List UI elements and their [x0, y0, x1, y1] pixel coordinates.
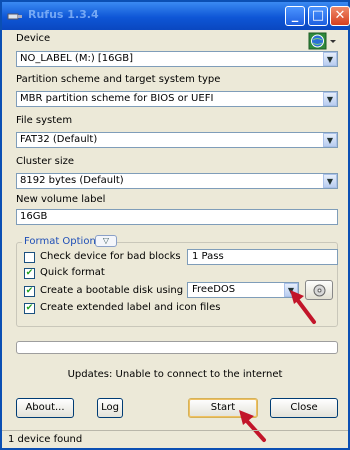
close-window-button[interactable]: ✕ [330, 6, 350, 26]
bad-blocks-label: Check device for bad blocks [40, 251, 181, 262]
partition-label: Partition scheme and target system type [16, 74, 221, 85]
window-title: Rufus 1.3.4 [28, 8, 99, 21]
bootable-checkbox[interactable]: ✔ [24, 286, 35, 297]
cluster-value: 8192 bytes (Default) [20, 175, 124, 186]
bad-blocks-checkbox[interactable] [24, 252, 35, 263]
quick-format-label: Quick format [40, 267, 105, 278]
bad-blocks-passes-select[interactable]: 1 Pass [187, 249, 338, 265]
volume-label: New volume label [16, 194, 106, 205]
close-button[interactable]: Close [270, 398, 338, 418]
filesystem-select[interactable]: FAT32 (Default) ▼ [16, 132, 338, 148]
extended-label-checkbox[interactable]: ✔ [24, 303, 35, 314]
about-button[interactable]: About... [16, 398, 74, 418]
device-count: 1 device found [8, 434, 83, 445]
log-button[interactable]: Log [97, 398, 123, 418]
partition-value: MBR partition scheme for BIOS or UEFI [20, 93, 214, 104]
chevron-down-icon[interactable]: ▼ [323, 92, 337, 106]
format-options-label: Format Options [22, 236, 104, 247]
progress-bar [16, 341, 338, 354]
device-select[interactable]: NO_LABEL (M:) [16GB] ▼ [16, 51, 338, 67]
bootable-type-value: FreeDOS [192, 284, 236, 295]
annotation-arrow-icon [290, 290, 316, 324]
cluster-label: Cluster size [16, 156, 75, 167]
rufus-window: Rufus 1.3.4 _ □ ✕ Device NO_LABEL (M:) [… [0, 0, 350, 450]
volume-label-value: 16GB [20, 211, 48, 222]
device-value: NO_LABEL (M:) [16GB] [20, 53, 134, 64]
globe-settings-icon[interactable] [308, 32, 336, 50]
quick-format-checkbox[interactable]: ✔ [24, 268, 35, 279]
filesystem-value: FAT32 (Default) [20, 134, 98, 145]
status-message: Updates: Unable to connect to the intern… [67, 369, 283, 380]
extended-label-label: Create extended label and icon files [40, 302, 221, 313]
cluster-select[interactable]: 8192 bytes (Default) ▼ [16, 173, 338, 189]
filesystem-label: File system [16, 115, 73, 126]
passes-value: 1 Pass [192, 251, 224, 262]
minimize-button[interactable]: _ [285, 6, 305, 26]
bootable-type-select[interactable]: FreeDOS ▼ [187, 282, 299, 298]
chevron-down-icon[interactable]: ▼ [323, 174, 337, 188]
title-bar[interactable]: Rufus 1.3.4 _ □ ✕ [2, 2, 350, 30]
chevron-down-icon[interactable]: ▼ [323, 133, 337, 147]
status-bar: 1 device found [2, 430, 348, 449]
partition-select[interactable]: MBR partition scheme for BIOS or UEFI ▼ [16, 91, 338, 107]
format-options-toggle[interactable]: ▽ [95, 235, 117, 247]
chevron-down-icon[interactable]: ▼ [323, 52, 337, 66]
volume-label-input[interactable]: 16GB [16, 209, 338, 225]
device-label: Device [16, 33, 51, 44]
maximize-button[interactable]: □ [308, 6, 328, 26]
usb-icon [7, 13, 22, 20]
bootable-label: Create a bootable disk using [40, 285, 184, 296]
